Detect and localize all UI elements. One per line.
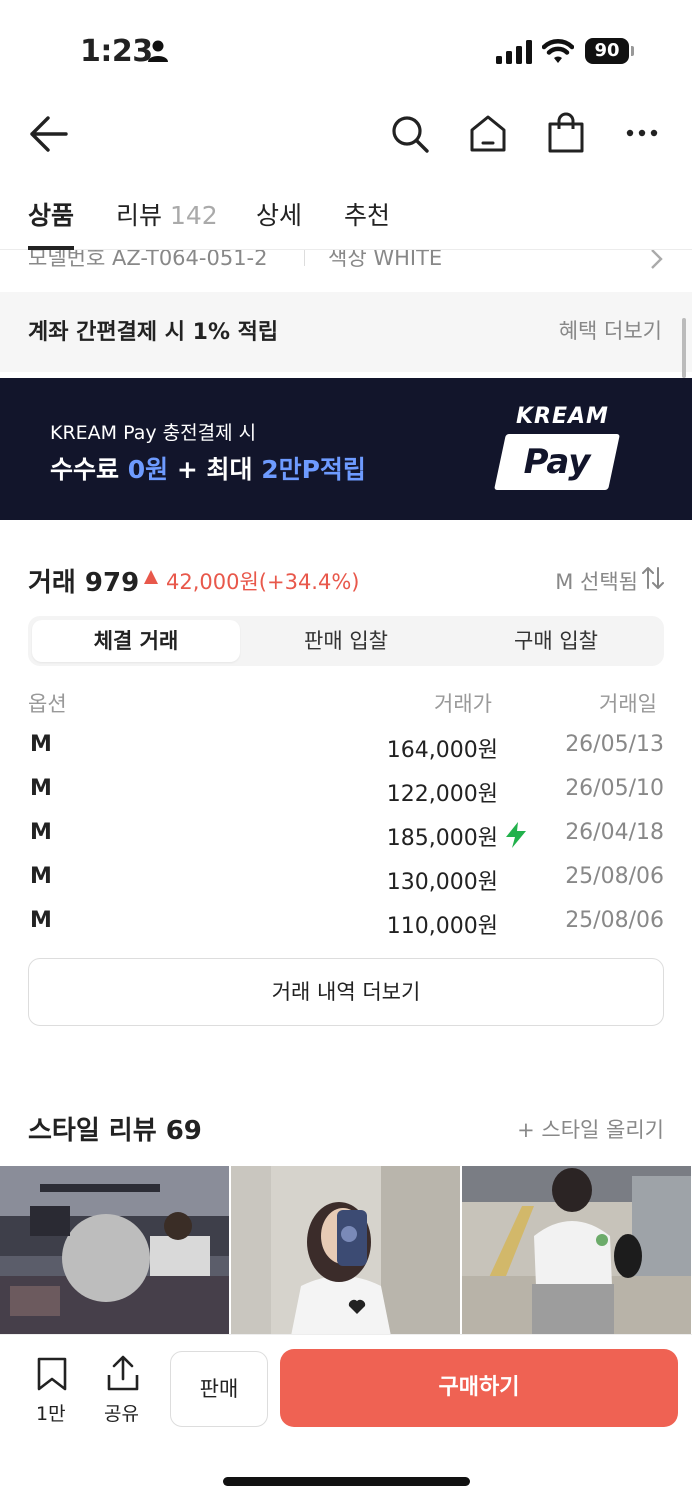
tab-product[interactable]: 상품 — [28, 196, 74, 232]
benefit-text: 계좌 간편결제 시 1% 적립 — [28, 320, 279, 345]
tab-label: 추천 — [344, 201, 391, 230]
battery-indicator: 90 — [585, 38, 629, 64]
more-menu-icon[interactable] — [626, 128, 658, 138]
table-row: M 164,000원 26/05/13 — [28, 732, 664, 776]
banner-subtitle: KREAM Pay 충전결제 시 — [50, 422, 257, 444]
style-photo[interactable] — [462, 1166, 691, 1336]
wifi-icon — [542, 39, 574, 63]
style-photo-image — [231, 1166, 460, 1336]
review-count: 142 — [169, 201, 218, 230]
row-date: 26/04/18 — [565, 820, 664, 845]
table-row: M 110,000원 25/08/06 — [28, 908, 664, 952]
cellular-signal-icon — [496, 40, 532, 64]
row-price: 110,000원 — [386, 914, 498, 939]
size-selector[interactable]: M 선택됨 — [555, 566, 638, 596]
tab-label: 상세 — [256, 201, 303, 230]
status-bar: 1:23 90 — [0, 0, 692, 100]
divider — [304, 250, 305, 266]
pay-logo-text: Pay — [523, 442, 591, 482]
lightning-icon — [506, 822, 526, 848]
scrollbar[interactable] — [682, 318, 686, 378]
banner-text: + 최대 — [168, 455, 262, 484]
home-indicator[interactable] — [223, 1477, 470, 1486]
trade-header: 거래 979 42,000원(+34.4%) M 선택됨 — [28, 560, 664, 600]
bottom-action-bar: 1만 공유 판매 구매하기 — [0, 1334, 692, 1500]
product-meta-row[interactable]: 모델번호 AZ-T064-051-2 색상 WHITE — [0, 250, 692, 290]
style-review-gallery — [0, 1166, 692, 1336]
home-icon[interactable] — [468, 114, 508, 154]
bookmark-count: 1만 — [36, 1403, 66, 1425]
segment-completed-trades[interactable]: 체결 거래 — [32, 620, 240, 662]
bookmark-button[interactable]: 1만 — [30, 1357, 74, 1429]
table-row: M 185,000원 26/04/18 — [28, 820, 664, 864]
row-option: M — [30, 864, 52, 889]
price-change: 42,000원(+34.4%) — [166, 570, 360, 594]
shopping-bag-icon[interactable] — [546, 112, 586, 154]
model-number: 모델번호 AZ-T064-051-2 — [28, 250, 268, 270]
banner-title: 수수료 0원 + 최대 2만P적립 — [50, 450, 366, 486]
column-price: 거래가 — [434, 692, 492, 716]
table-row: M 122,000원 26/05/10 — [28, 776, 664, 820]
row-option: M — [30, 732, 52, 757]
style-photo-image — [0, 1166, 229, 1336]
tab-review[interactable]: 리뷰 142 — [116, 196, 218, 232]
trade-history-more-button[interactable]: 거래 내역 더보기 — [28, 958, 664, 1026]
kream-pay-banner[interactable]: KREAM Pay 충전결제 시 수수료 0원 + 최대 2만P적립 KREAM… — [0, 378, 692, 520]
row-date: 26/05/13 — [565, 732, 664, 757]
tab-label: 리뷰 — [116, 201, 163, 230]
share-button[interactable]: 공유 — [100, 1355, 146, 1429]
row-price: 122,000원 — [386, 782, 498, 807]
share-label: 공유 — [104, 1403, 139, 1425]
style-review-title: 스타일 리뷰 69 — [28, 1116, 202, 1146]
product-tabs: 상품 리뷰 142 상세 추천 — [0, 180, 692, 250]
tab-recommend[interactable]: 추천 — [344, 196, 390, 232]
banner-highlight: 0원 — [127, 455, 169, 484]
color-value: 색상 WHITE — [328, 250, 443, 270]
banner-text: 수수료 — [50, 455, 128, 484]
row-price: 164,000원 — [386, 738, 498, 763]
style-photo-image — [462, 1166, 691, 1336]
buy-button[interactable]: 구매하기 — [280, 1349, 678, 1427]
sell-button[interactable]: 판매 — [170, 1351, 268, 1427]
share-icon — [107, 1355, 139, 1391]
price-up-icon — [144, 570, 158, 584]
row-price: 185,000원 — [386, 826, 498, 851]
trade-segment-control: 체결 거래 판매 입찰 구매 입찰 — [28, 616, 664, 666]
row-option: M — [30, 908, 52, 933]
tab-label: 상품 — [28, 201, 75, 230]
trade-title: 거래 979 — [28, 568, 140, 598]
row-date: 25/08/06 — [565, 908, 664, 933]
row-price: 130,000원 — [386, 870, 498, 895]
row-option: M — [30, 820, 52, 845]
style-photo[interactable] — [0, 1166, 229, 1336]
row-date: 26/05/10 — [565, 776, 664, 801]
search-icon[interactable] — [390, 114, 430, 154]
table-row: M 130,000원 25/08/06 — [28, 864, 664, 908]
segment-sell-bids[interactable]: 판매 입찰 — [242, 620, 450, 662]
style-photo[interactable] — [231, 1166, 460, 1336]
column-option: 옵션 — [28, 692, 67, 716]
back-arrow-icon[interactable] — [28, 114, 68, 154]
bookmark-icon — [37, 1357, 67, 1391]
benefit-row: 계좌 간편결제 시 1% 적립 혜택 더보기 — [0, 292, 692, 372]
row-option: M — [30, 776, 52, 801]
style-review-header: 스타일 리뷰 69 + 스타일 올리기 — [28, 1110, 664, 1150]
pay-logo: Pay — [494, 434, 620, 490]
row-date: 25/08/06 — [565, 864, 664, 889]
benefit-more-link[interactable]: 혜택 더보기 — [559, 315, 662, 345]
sort-icon[interactable] — [642, 566, 664, 590]
upload-style-link[interactable]: + 스타일 올리기 — [517, 1114, 664, 1144]
tab-detail[interactable]: 상세 — [256, 196, 302, 232]
person-icon — [148, 40, 168, 62]
battery-tip — [631, 46, 634, 56]
column-date: 거래일 — [599, 692, 657, 716]
chevron-right-icon — [651, 250, 663, 269]
banner-highlight: 2만P적립 — [261, 455, 366, 484]
status-time: 1:23 — [80, 34, 153, 69]
kream-logo-text: KREAM — [516, 404, 609, 429]
segment-buy-bids[interactable]: 구매 입찰 — [452, 620, 660, 662]
